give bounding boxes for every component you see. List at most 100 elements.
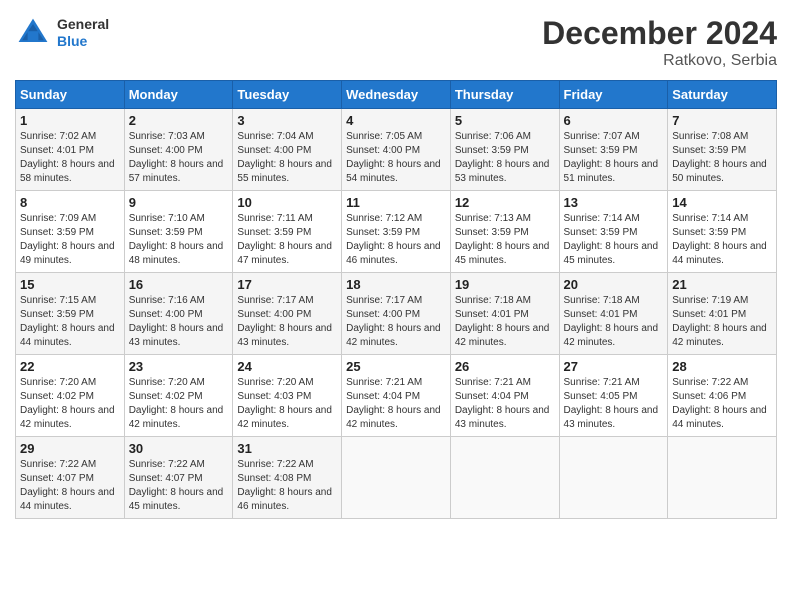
logo-general-text: General [57,16,109,33]
day-number: 11 [346,195,446,210]
calendar-cell: 2Sunrise: 7:03 AMSunset: 4:00 PMDaylight… [124,109,233,191]
day-info: Sunrise: 7:02 AMSunset: 4:01 PMDaylight:… [20,130,120,186]
calendar-cell [668,437,777,519]
calendar-cell: 27 Sunrise: 7:21 AMSunset: 4:05 PMDayligh… [559,355,668,437]
day-info: Sunrise: 7:22 AMSunset: 4:07 PMDaylight:… [129,458,229,514]
calendar-cell: 19 Sunrise: 7:18 AMSunset: 4:01 PMDayligh… [450,273,559,355]
calendar-table: SundayMondayTuesdayWednesdayThursdayFrid… [15,80,777,519]
weekday-header: Monday [124,81,233,109]
calendar-header-row: SundayMondayTuesdayWednesdayThursdayFrid… [16,81,777,109]
calendar-cell: 3 Sunrise: 7:04 AMSunset: 4:00 PMDaylight… [233,109,342,191]
day-info: Sunrise: 7:17 AMSunset: 4:00 PMDaylight:… [237,294,337,350]
calendar-cell: 13Sunrise: 7:14 AMSunset: 3:59 PMDayligh… [559,191,668,273]
calendar-cell: 10Sunrise: 7:11 AMSunset: 3:59 PMDayligh… [233,191,342,273]
day-number: 8 [20,195,120,210]
day-info: Sunrise: 7:13 AMSunset: 3:59 PMDaylight:… [455,212,555,268]
calendar-cell: 30 Sunrise: 7:22 AMSunset: 4:07 PMDayligh… [124,437,233,519]
day-number: 2 [129,113,229,128]
day-number: 9 [129,195,229,210]
calendar-cell: 24Sunrise: 7:20 AMSunset: 4:03 PMDayligh… [233,355,342,437]
day-number: 30 [129,441,229,456]
day-info: Sunrise: 7:14 AMSunset: 3:59 PMDaylight:… [564,212,664,268]
calendar-cell: 26 Sunrise: 7:21 AMSunset: 4:04 PMDayligh… [450,355,559,437]
day-info: Sunrise: 7:22 AMSunset: 4:06 PMDaylight:… [672,376,772,432]
logo-text: General Blue [57,16,109,50]
calendar-cell: 21Sunrise: 7:19 AMSunset: 4:01 PMDayligh… [668,273,777,355]
day-info: Sunrise: 7:20 AMSunset: 4:02 PMDaylight:… [129,376,229,432]
weekday-header: Sunday [16,81,125,109]
day-number: 14 [672,195,772,210]
day-number: 20 [564,277,664,292]
day-number: 28 [672,359,772,374]
calendar-cell: 17 Sunrise: 7:17 AMSunset: 4:00 PMDayligh… [233,273,342,355]
day-number: 16 [129,277,229,292]
day-info: Sunrise: 7:18 AMSunset: 4:01 PMDaylight:… [455,294,555,350]
day-number: 17 [237,277,337,292]
day-number: 5 [455,113,555,128]
calendar-cell [450,437,559,519]
day-number: 19 [455,277,555,292]
day-info: Sunrise: 7:04 AMSunset: 4:00 PMDaylight:… [237,130,337,186]
page-header: General Blue December 2024 Ratkovo, Serb… [15,15,777,70]
day-info: Sunrise: 7:21 AMSunset: 4:05 PMDaylight:… [564,376,664,432]
calendar-week-row: 29 Sunrise: 7:22 AMSunset: 4:07 PMDayligh… [16,437,777,519]
day-info: Sunrise: 7:16 AMSunset: 4:00 PMDaylight:… [129,294,229,350]
calendar-cell: 7 Sunrise: 7:08 AMSunset: 3:59 PMDaylight… [668,109,777,191]
day-info: Sunrise: 7:20 AMSunset: 4:02 PMDaylight:… [20,376,120,432]
day-info: Sunrise: 7:11 AMSunset: 3:59 PMDaylight:… [237,212,337,268]
page-title: December 2024 [542,15,777,52]
day-number: 23 [129,359,229,374]
calendar-cell: 5 Sunrise: 7:06 AMSunset: 3:59 PMDaylight… [450,109,559,191]
calendar-cell: 20 Sunrise: 7:18 AMSunset: 4:01 PMDayligh… [559,273,668,355]
calendar-cell: 31Sunrise: 7:22 AMSunset: 4:08 PMDayligh… [233,437,342,519]
day-info: Sunrise: 7:17 AMSunset: 4:00 PMDaylight:… [346,294,446,350]
day-number: 3 [237,113,337,128]
calendar-week-row: 1 Sunrise: 7:02 AMSunset: 4:01 PMDaylight… [16,109,777,191]
day-number: 7 [672,113,772,128]
calendar-cell: 4Sunrise: 7:05 AMSunset: 4:00 PMDaylight… [342,109,451,191]
calendar-cell: 23 Sunrise: 7:20 AMSunset: 4:02 PMDayligh… [124,355,233,437]
calendar-week-row: 8Sunrise: 7:09 AMSunset: 3:59 PMDaylight… [16,191,777,273]
day-info: Sunrise: 7:21 AMSunset: 4:04 PMDaylight:… [455,376,555,432]
day-info: Sunrise: 7:22 AMSunset: 4:07 PMDaylight:… [20,458,120,514]
day-info: Sunrise: 7:18 AMSunset: 4:01 PMDaylight:… [564,294,664,350]
day-number: 4 [346,113,446,128]
calendar-cell: 14Sunrise: 7:14 AMSunset: 3:59 PMDayligh… [668,191,777,273]
day-number: 22 [20,359,120,374]
calendar-cell [342,437,451,519]
calendar-week-row: 15Sunrise: 7:15 AMSunset: 3:59 PMDayligh… [16,273,777,355]
calendar-cell [559,437,668,519]
day-info: Sunrise: 7:19 AMSunset: 4:01 PMDaylight:… [672,294,772,350]
weekday-header: Thursday [450,81,559,109]
calendar-cell: 9Sunrise: 7:10 AMSunset: 3:59 PMDaylight… [124,191,233,273]
day-number: 6 [564,113,664,128]
calendar-cell: 6 Sunrise: 7:07 AMSunset: 3:59 PMDaylight… [559,109,668,191]
calendar-cell: 12 Sunrise: 7:13 AMSunset: 3:59 PMDayligh… [450,191,559,273]
day-number: 26 [455,359,555,374]
calendar-cell: 11 Sunrise: 7:12 AMSunset: 3:59 PMDayligh… [342,191,451,273]
day-info: Sunrise: 7:08 AMSunset: 3:59 PMDaylight:… [672,130,772,186]
calendar-week-row: 22 Sunrise: 7:20 AMSunset: 4:02 PMDayligh… [16,355,777,437]
weekday-header: Saturday [668,81,777,109]
logo: General Blue [15,15,109,51]
day-number: 12 [455,195,555,210]
day-number: 27 [564,359,664,374]
day-info: Sunrise: 7:21 AMSunset: 4:04 PMDaylight:… [346,376,446,432]
page-location: Ratkovo, Serbia [542,52,777,70]
day-info: Sunrise: 7:20 AMSunset: 4:03 PMDaylight:… [237,376,337,432]
title-block: December 2024 Ratkovo, Serbia [542,15,777,70]
day-number: 1 [20,113,120,128]
day-number: 25 [346,359,446,374]
day-info: Sunrise: 7:15 AMSunset: 3:59 PMDaylight:… [20,294,120,350]
weekday-header: Wednesday [342,81,451,109]
day-info: Sunrise: 7:07 AMSunset: 3:59 PMDaylight:… [564,130,664,186]
logo-blue-text: Blue [57,33,109,50]
day-number: 18 [346,277,446,292]
calendar-cell: 22 Sunrise: 7:20 AMSunset: 4:02 PMDayligh… [16,355,125,437]
calendar-cell: 25 Sunrise: 7:21 AMSunset: 4:04 PMDayligh… [342,355,451,437]
calendar-cell: 29 Sunrise: 7:22 AMSunset: 4:07 PMDayligh… [16,437,125,519]
day-number: 29 [20,441,120,456]
day-info: Sunrise: 7:06 AMSunset: 3:59 PMDaylight:… [455,130,555,186]
day-info: Sunrise: 7:12 AMSunset: 3:59 PMDaylight:… [346,212,446,268]
calendar-cell: 16 Sunrise: 7:16 AMSunset: 4:00 PMDayligh… [124,273,233,355]
